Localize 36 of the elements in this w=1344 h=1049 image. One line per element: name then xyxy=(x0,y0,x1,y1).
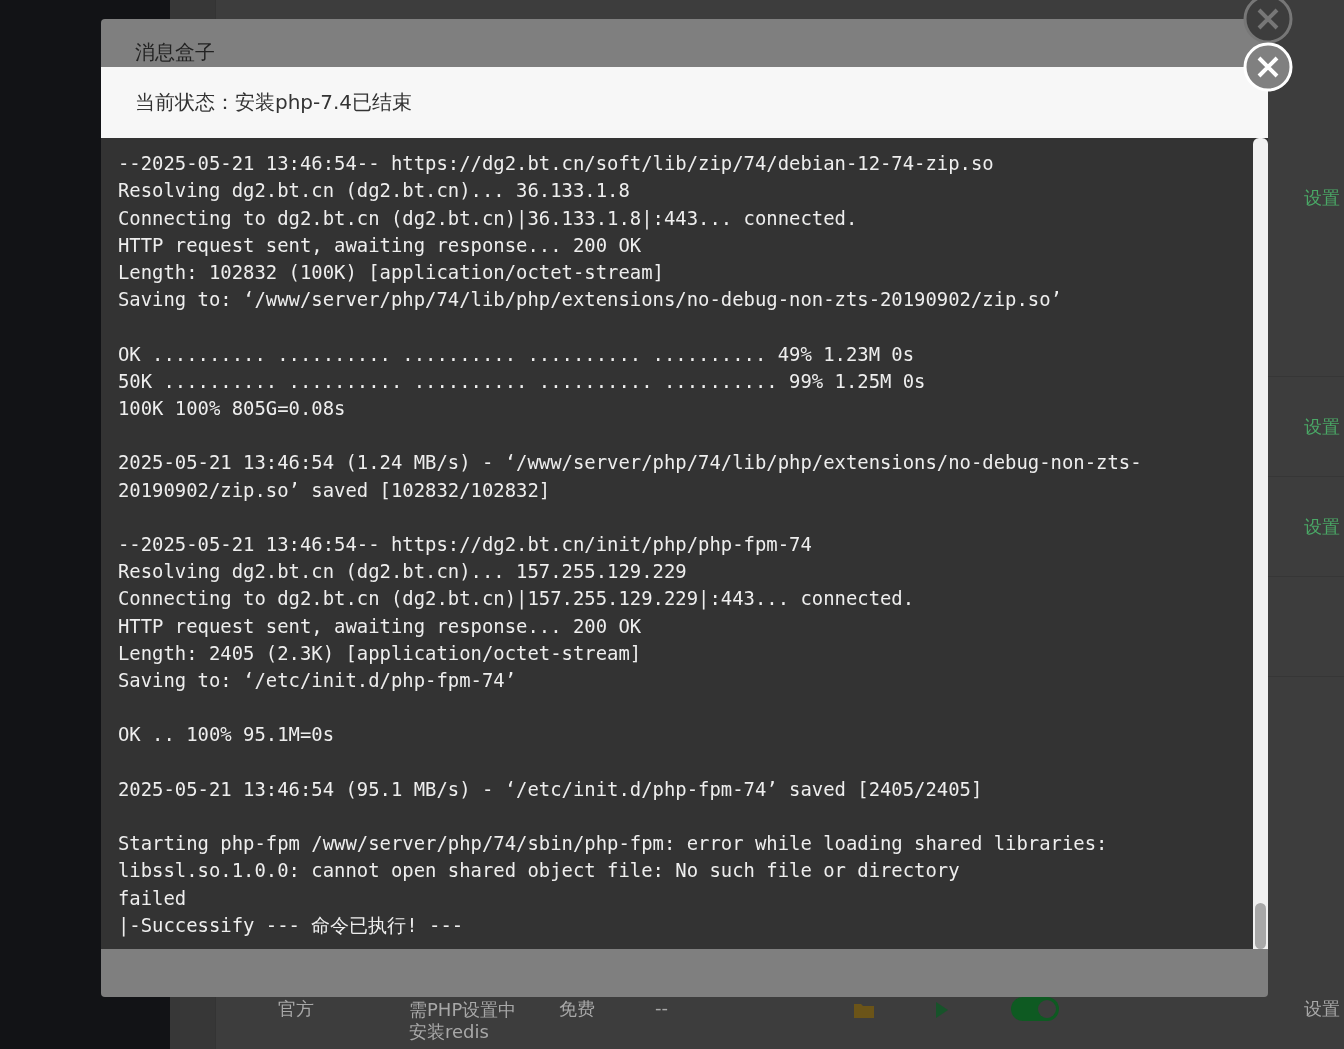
folder-icon[interactable] xyxy=(853,1001,875,1019)
description-text: 需PHP设置中安装redis xyxy=(409,999,518,1043)
settings-link[interactable]: 设置 xyxy=(1304,997,1340,1021)
log-line: --2025-05-21 13:46:54-- https://dg2.bt.cn/soft/lib/zip/74/debian-12-74-zip.so xyxy=(118,151,995,177)
dialog-title: 消息盒子 xyxy=(135,39,215,66)
log-line: OK .......... .......... .......... .......... .......... 49% 1.23M 0s xyxy=(118,341,916,367)
log-line: HTTP request sent, awaiting response... 200 OK xyxy=(118,232,643,258)
log-line: Resolving dg2.bt.cn (dg2.bt.cn)... 157.255.129.229 xyxy=(118,559,688,585)
log-line: |-Successify --- 命令已执行! --- xyxy=(118,912,465,939)
toggle-switch[interactable] xyxy=(1011,997,1059,1021)
play-icon[interactable] xyxy=(935,1001,949,1019)
log-line: 50K .......... .......... .......... .......... .......... 99% 1.25M 0s xyxy=(118,368,927,394)
price-text: 免费 xyxy=(559,997,595,1021)
source-text: 官方 xyxy=(278,997,314,1021)
log-line: Starting php-fpm /www/server/php/74/sbin/php-fpm: error while loading shared libraries: xyxy=(118,831,1109,857)
log-line: 2025-05-21 13:46:54 (95.1 MB/s) - ‘/etc/init.d/php-fpm-74’ saved [2405/2405] xyxy=(118,776,984,802)
log-line: Length: 102832 (100K) [application/octet-stream] xyxy=(118,260,665,285)
settings-link[interactable]: 设置 xyxy=(1304,414,1340,439)
log-line: OK .. 100% 95.1M=0s xyxy=(118,722,336,748)
log-line: Saving to: ‘/www/server/php/74/lib/php/extensions/no-debug-non-zts-20190902/zip.so’ xyxy=(118,287,1063,313)
expiry-text: -- xyxy=(655,997,668,1018)
settings-link[interactable]: 设置 xyxy=(1304,514,1340,539)
settings-link[interactable]: 设置 xyxy=(1304,186,1340,210)
log-line: failed xyxy=(118,885,188,911)
log-line: libssl.so.1.0.0: cannot open shared object file: No such file or directory xyxy=(118,858,961,884)
log-line: 2025-05-21 13:46:54 (1.24 MB/s) - ‘/www/server/php/74/lib/php/extensions/no-debug-non-zts-20190902/zip.so’ saved [102832/102832] xyxy=(118,450,1143,503)
log-line: Saving to: ‘/etc/init.d/php-fpm-74’ xyxy=(118,668,518,693)
scrollbar[interactable] xyxy=(1253,138,1268,949)
log-line: HTTP request sent, awaiting response... 200 OK xyxy=(118,613,643,639)
log-line: --2025-05-21 13:46:54-- https://dg2.bt.cn/init/php/php-fpm-74 xyxy=(118,532,813,557)
log-line: Resolving dg2.bt.cn (dg2.bt.cn)... 36.133.1.8 xyxy=(118,178,631,204)
status-text: 当前状态：安装php-7.4已结束 xyxy=(135,89,413,116)
log-line: Connecting to dg2.bt.cn (dg2.bt.cn)|157.255.129.229|:443... connected. xyxy=(118,586,916,612)
log-line: Connecting to dg2.bt.cn (dg2.bt.cn)|36.133.1.8|:443... connected. xyxy=(118,205,859,232)
log-line: Length: 2405 (2.3K) [application/octet-stream] xyxy=(118,640,643,666)
log-line: 100K 100% 805G=0.08s xyxy=(118,396,347,421)
